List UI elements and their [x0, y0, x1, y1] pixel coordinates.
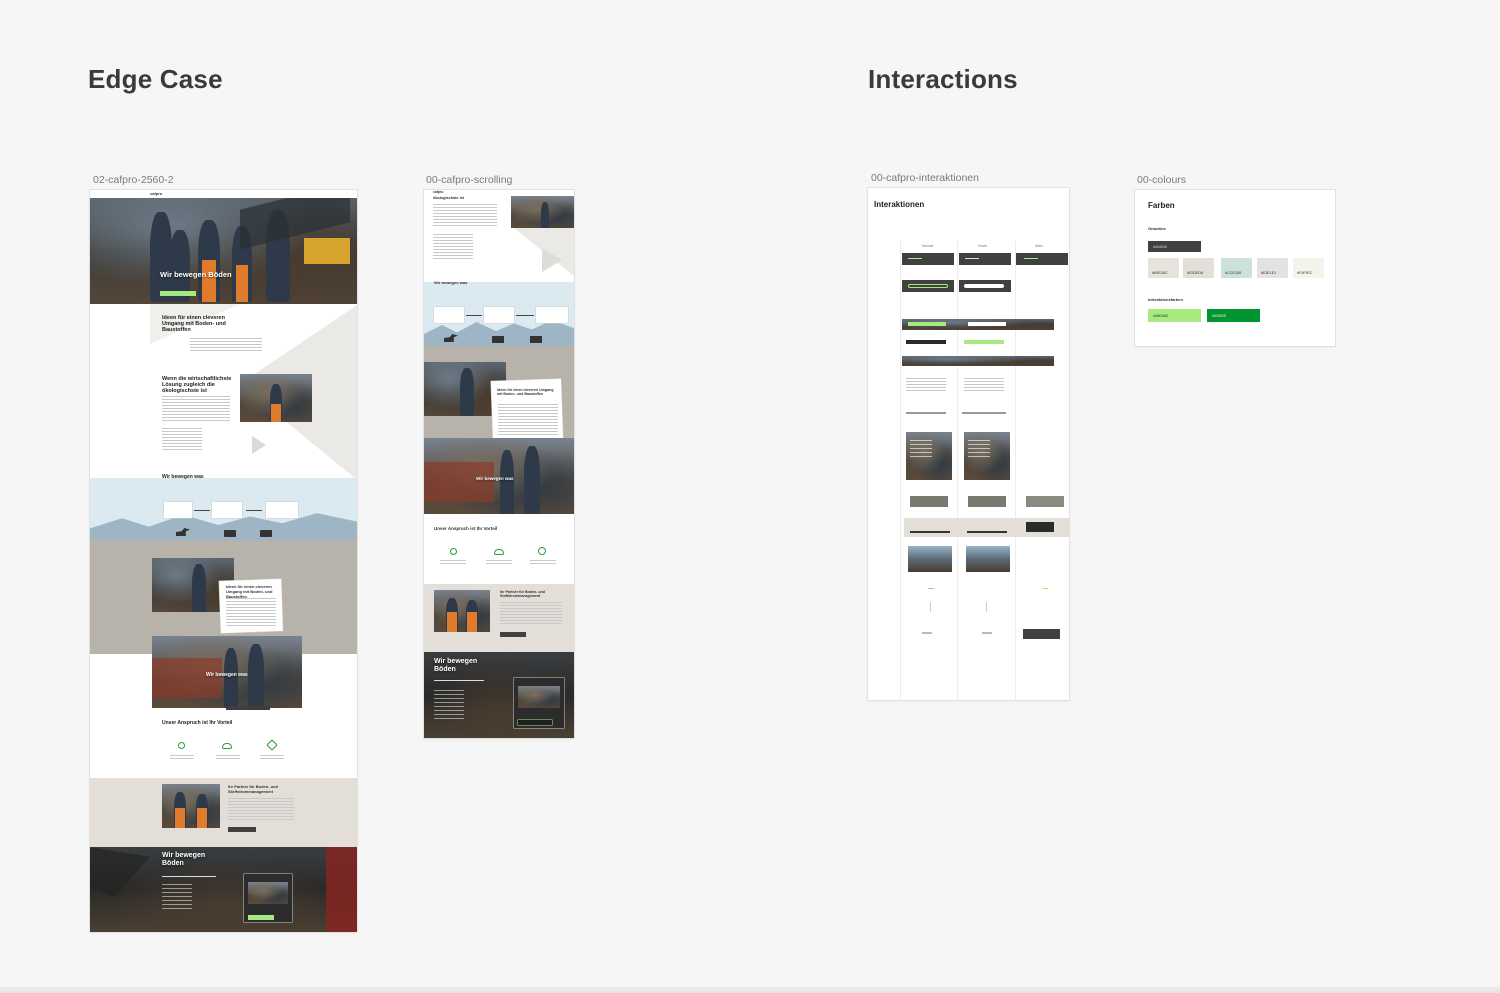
scroll-process-card-2 — [484, 307, 514, 323]
artboard-cafpro-2560[interactable]: cafpro Wir bewegen Böden Ideen für einen… — [90, 190, 357, 932]
swatch-e2ded8 — [1183, 258, 1214, 278]
swatch-label-a6ea80: #A6EA80 — [1153, 314, 1169, 318]
section-title-edge-case: Edge Case — [88, 64, 223, 94]
col-hover: Hover — [978, 244, 988, 248]
scroll-idea-heading: Ideen für einen cleveren Umgang mit Bode… — [497, 388, 554, 396]
scroll-process-card-1 — [434, 307, 464, 323]
hero-photo — [90, 190, 357, 304]
frame-label-2560[interactable]: 02-cafpro-2560-2 — [93, 174, 174, 186]
swatch-label-e2ded8: #E2DED8 — [1187, 271, 1203, 275]
scroll-wir-bewegen-was: Wir bewegen was — [434, 280, 468, 285]
nav-button-active[interactable] — [1016, 253, 1068, 265]
frame-label-scrolling[interactable]: 00-cafpro-scrolling — [426, 174, 512, 186]
anspruch-heading: Unser Anspruch ist Ihr Vorteil — [162, 720, 233, 726]
process-card-3 — [266, 502, 298, 518]
scroll-top-photo — [511, 196, 574, 228]
swatch-cce2d8 — [1221, 258, 1252, 278]
artboard-colours[interactable]: Farben Grautöne #404040 #E6E4DC #E2DED8 … — [1135, 190, 1335, 346]
scroll-partner-photo — [434, 590, 490, 632]
artboard-interaktionen[interactable]: Interaktionen Normal Hover Aktiv — [868, 188, 1069, 700]
econ-photo — [240, 374, 312, 422]
swatch-f4f3ec — [1293, 258, 1324, 278]
frame-label-interaktionen[interactable]: 00-cafpro-interaktionen — [871, 172, 979, 184]
scroll-anspruch-heading: Unser Anspruch ist Ihr Vorteil — [434, 526, 498, 531]
idea-card-heading: Ideen für einen cleveren Umgang mit Bode… — [226, 584, 273, 599]
collage-caption: Wir bewegen was — [206, 672, 248, 678]
banner-row-3 — [902, 356, 1054, 366]
scroll-cloud-icon — [494, 549, 504, 555]
hero-title: Wir bewegen Böden — [160, 270, 232, 279]
artboard-cafpro-scrolling[interactable]: cafpro ökologischste ist Wir bewegen was… — [424, 190, 574, 738]
grautone-heading: Grautöne — [1148, 226, 1166, 231]
swatch-label-404040: #404040 — [1153, 245, 1167, 249]
banner-row-2-normal[interactable] — [906, 340, 946, 344]
scroll-footer-button[interactable] — [518, 720, 552, 725]
swatch-label-cce2d8: #CCE2D8 — [1225, 271, 1242, 275]
footer-title: Wir bewegen Böden — [162, 852, 206, 867]
interaktionsfarben-heading: Interaktionsfarben — [1148, 297, 1183, 302]
swatch-e3e1e1 — [1257, 258, 1288, 278]
scroll-partner-heading: Ihr Partner für Boden- und Stoffstromman… — [500, 590, 545, 598]
scroll-logo-text: cafpro — [433, 190, 444, 194]
process-card-1 — [164, 502, 192, 518]
scroll-logo[interactable]: cafpro — [433, 190, 443, 194]
scroll-heading: ökologischste ist — [433, 196, 465, 200]
pagination-active[interactable] — [1023, 629, 1060, 639]
partner-button[interactable] — [228, 827, 256, 832]
nav-button-normal[interactable] — [902, 253, 954, 265]
hero-cta-button[interactable] — [160, 291, 196, 296]
idea-heading: Ideen für einen cleveren Umgang mit Bode… — [162, 315, 226, 333]
scroll-footer-title: Wir bewegen Böden — [434, 658, 478, 673]
swatch-label-e3e1e1: #E3E1E1 — [1261, 271, 1277, 275]
scroll-process-card-3 — [536, 307, 568, 323]
frame-label-colours[interactable]: 00-colours — [1137, 174, 1186, 186]
process-card-2 — [212, 502, 242, 518]
cloud-icon — [222, 743, 232, 749]
recycle-icon — [266, 739, 278, 751]
nav-button-hover[interactable] — [959, 253, 1011, 265]
site-logo-text: cafpro — [150, 191, 163, 196]
scroll-lightbulb-icon — [450, 548, 457, 555]
partner-heading: Ihr Partner für Boden- und Stoffstromman… — [228, 784, 278, 794]
partner-photo — [162, 784, 220, 828]
interaktionen-title: Interaktionen — [874, 200, 925, 209]
site-logo[interactable]: cafpro — [150, 191, 162, 196]
scroll-truck-icon — [492, 336, 504, 343]
farben-title: Farben — [1148, 201, 1175, 210]
footer-cta-button[interactable] — [248, 915, 274, 920]
swatch-label-e6e4dc: #E6E4DC — [1152, 271, 1168, 275]
truck-icon — [224, 530, 236, 537]
horizontal-scrollbar[interactable] — [0, 987, 1500, 993]
scroll-recycle-icon — [536, 545, 548, 557]
wir-bewegen-was-heading: Wir bewegen was — [162, 474, 204, 480]
section-title-interactions: Interactions — [868, 64, 1018, 94]
scroll-tractor-icon — [530, 336, 542, 343]
col-aktiv: Aktiv — [1035, 244, 1043, 248]
footer-photo — [90, 847, 357, 932]
swatch-label-f4f3ec: #F4F3EC — [1297, 271, 1313, 275]
banner-row-2-hover[interactable] — [964, 340, 1004, 344]
scroll-collage-caption: Wir bewegen was — [476, 476, 514, 481]
swatch-label-00952e: #00952E — [1212, 314, 1227, 318]
grey-button-normal[interactable] — [910, 496, 948, 507]
econ-heading: Wenn die wirtschaftlichste Lösung zuglei… — [162, 376, 232, 394]
slider-image-normal[interactable] — [908, 546, 952, 572]
scroll-partner-button[interactable] — [500, 632, 526, 637]
swatch-e6e4dc — [1148, 258, 1179, 278]
grey-button-hover[interactable] — [968, 496, 1006, 507]
col-normal: Normal — [922, 244, 934, 248]
grey-button-active[interactable] — [1026, 496, 1064, 507]
slider-image-hover[interactable] — [966, 546, 1010, 572]
tab-active[interactable] — [1026, 522, 1054, 532]
tractor-icon — [260, 530, 272, 537]
collage-button[interactable] — [226, 706, 270, 710]
lightbulb-icon — [178, 742, 185, 749]
